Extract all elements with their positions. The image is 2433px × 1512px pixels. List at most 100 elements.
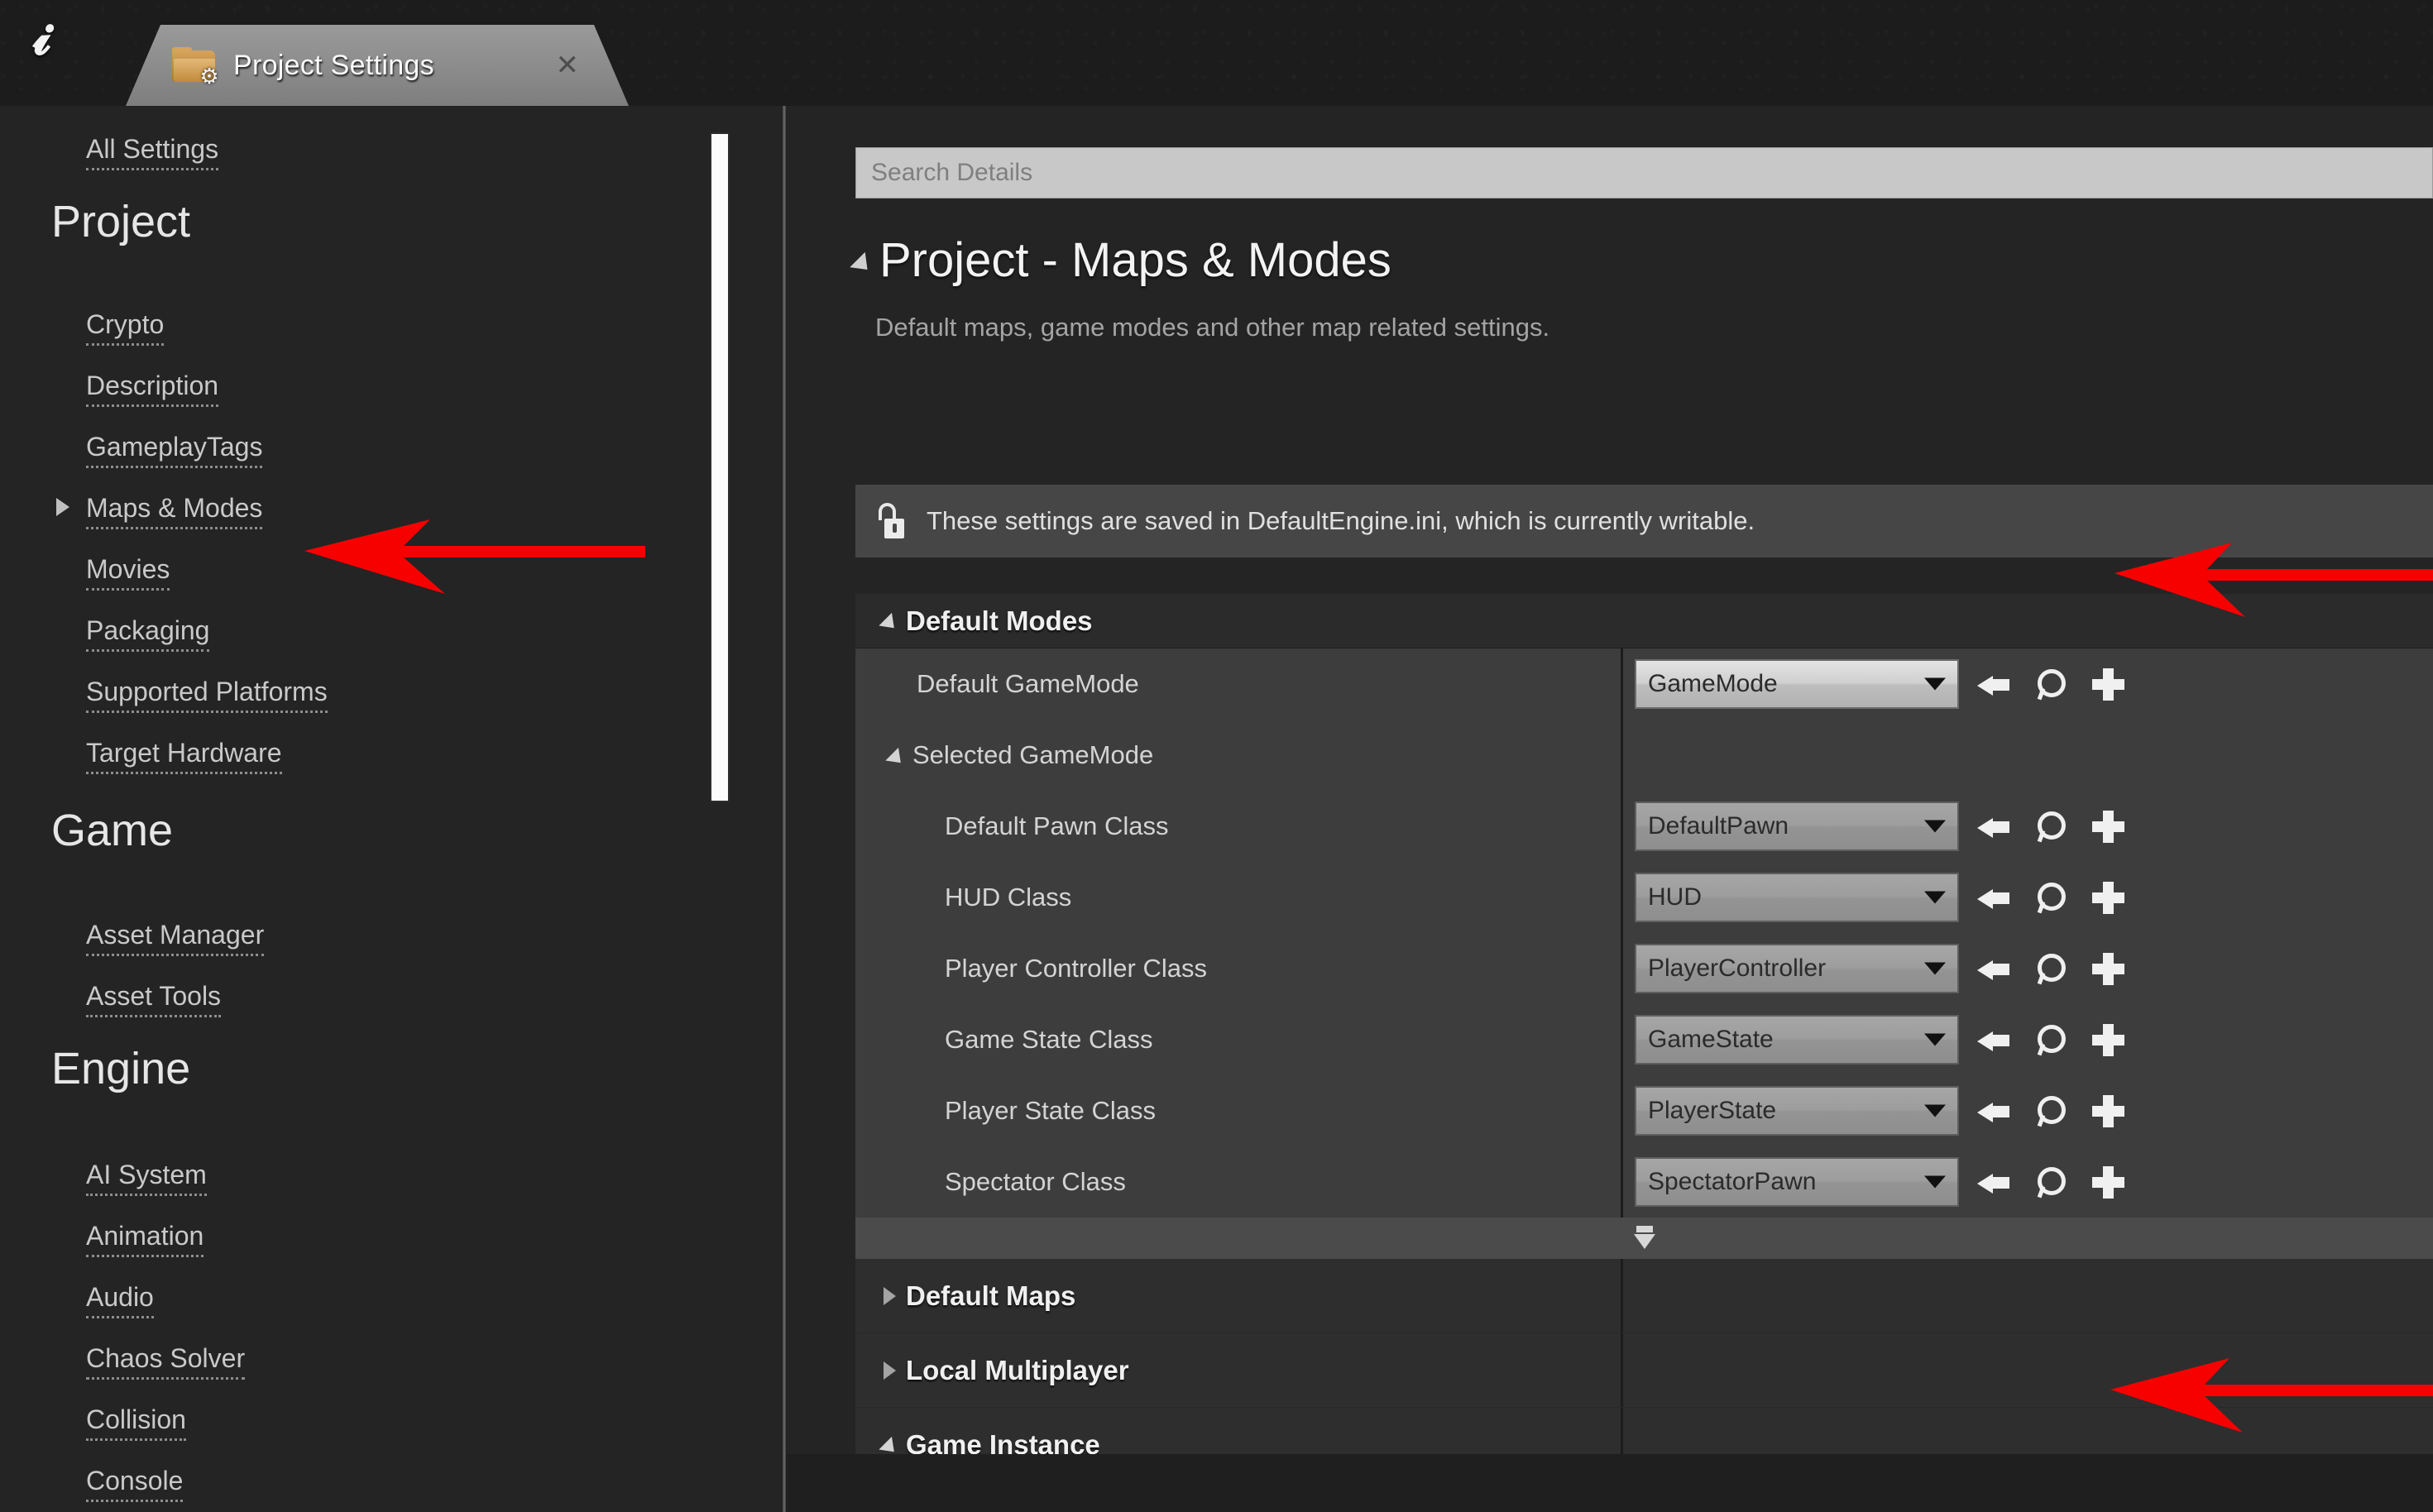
table-row: Spectator Class SpectatorPawn [855, 1146, 2433, 1218]
game-state-class-dropdown[interactable]: GameState [1635, 1015, 1959, 1065]
row-actions [1977, 1164, 2126, 1200]
new-asset-icon[interactable] [2090, 1164, 2126, 1200]
table-row: HUD Class HUD [855, 862, 2433, 933]
tab-project-settings[interactable]: ⚙ Project Settings ✕ [126, 25, 629, 106]
use-selected-asset-icon[interactable] [1977, 879, 2014, 916]
table-row-subheader[interactable]: Selected GameMode [855, 720, 2433, 791]
show-more-strip[interactable] [855, 1218, 2433, 1259]
property-table: Default Modes Default GameMode GameMode [855, 594, 2433, 1512]
browse-asset-icon[interactable] [2033, 879, 2070, 916]
sidebar-item-description[interactable]: Description [86, 371, 219, 407]
browse-asset-icon[interactable] [2033, 950, 2070, 987]
browse-asset-icon[interactable] [2033, 666, 2070, 702]
sidebar-item-supported-platforms[interactable]: Supported Platforms [86, 677, 328, 713]
sidebar-item-console[interactable]: Console [86, 1467, 184, 1502]
row-actions [1977, 1022, 2126, 1058]
chevron-down-icon [1924, 677, 1946, 691]
browse-asset-icon[interactable] [2033, 1164, 2070, 1200]
dropdown-value: HUD [1648, 883, 1702, 911]
sidebar-item-crypto[interactable]: Crypto [86, 310, 165, 346]
page-expander-icon[interactable] [850, 251, 875, 278]
property-value-cell: SpectatorPawn [1623, 1146, 2433, 1218]
use-selected-asset-icon[interactable] [1977, 1093, 2014, 1129]
browse-asset-icon[interactable] [2033, 1093, 2070, 1129]
sidebar-item-asset-manager[interactable]: Asset Manager [86, 921, 265, 956]
property-value-cell: PlayerController [1623, 933, 2433, 1004]
table-row: Player Controller Class PlayerController [855, 933, 2433, 1004]
new-asset-icon[interactable] [2090, 950, 2126, 987]
collapsed-sections: Default Maps Local Multiplayer Game Inst… [855, 1259, 2433, 1482]
sidebar-item-all-settings[interactable]: All Settings [86, 135, 219, 170]
default-pawn-class-dropdown[interactable]: DefaultPawn [1635, 801, 1959, 851]
sidebar-heading-project: Project [51, 197, 191, 246]
triangle-expanded-icon[interactable] [885, 747, 908, 769]
new-asset-icon[interactable] [2090, 1093, 2126, 1129]
sidebar-item-animation[interactable]: Animation [86, 1222, 204, 1257]
close-icon[interactable]: ✕ [556, 51, 580, 79]
default-gamemode-dropdown[interactable]: GameMode [1635, 659, 1959, 709]
details-panel: Project - Maps & Modes Default maps, gam… [786, 106, 2433, 1512]
browse-asset-icon[interactable] [2033, 1022, 2070, 1058]
search-input[interactable] [871, 159, 2417, 187]
section-title: Default Modes [906, 605, 1093, 636]
new-asset-icon[interactable] [2090, 1022, 2126, 1058]
tab-label: Project Settings [233, 49, 434, 81]
table-row: Player State Class PlayerState [855, 1075, 2433, 1146]
property-value-cell: HUD [1623, 862, 2433, 933]
property-value-cell [1623, 720, 2433, 791]
property-value-cell: PlayerState [1623, 1075, 2433, 1146]
player-state-class-dropdown[interactable]: PlayerState [1635, 1086, 1959, 1136]
use-selected-asset-icon[interactable] [1977, 1022, 2014, 1058]
sidebar-item-collision[interactable]: Collision [86, 1405, 186, 1441]
new-asset-icon[interactable] [2090, 808, 2126, 845]
sidebar-item-gameplaytags[interactable]: GameplayTags [86, 433, 263, 468]
sidebar-item-ai-system[interactable]: AI System [86, 1160, 207, 1196]
property-label: HUD Class [855, 862, 1623, 933]
unreal-engine-logo: 𝓲 [33, 8, 51, 66]
settings-sidebar: All Settings Project Crypto Description … [0, 106, 784, 1512]
dropdown-value: GameState [1648, 1026, 1774, 1053]
sidebar-item-packaging[interactable]: Packaging [86, 616, 210, 652]
property-label: Player State Class [855, 1075, 1623, 1146]
project-settings-window: 𝓲 ⚙ Project Settings ✕ All Settings Proj… [0, 0, 2433, 1512]
use-selected-asset-icon[interactable] [1977, 808, 2014, 845]
use-selected-asset-icon[interactable] [1977, 666, 2014, 702]
chevron-down-icon [1924, 820, 1946, 833]
ini-writable-info-bar: These settings are saved in DefaultEngin… [855, 485, 2433, 557]
sidebar-item-movies[interactable]: Movies [86, 555, 170, 591]
chevron-down-icon [1924, 1033, 1946, 1046]
table-row: Default GameMode GameMode [855, 648, 2433, 720]
search-details-box[interactable] [855, 147, 2433, 199]
dropdown-value: DefaultPawn [1648, 812, 1789, 840]
property-value-cell: DefaultPawn [1623, 791, 2433, 862]
use-selected-asset-icon[interactable] [1977, 1164, 2014, 1200]
sidebar-scrollbar-thumb[interactable] [710, 132, 730, 802]
folder-gear-icon: ⚙ [172, 47, 219, 87]
use-selected-asset-icon[interactable] [1977, 950, 2014, 987]
row-actions [1977, 666, 2126, 702]
sidebar-item-target-hardware[interactable]: Target Hardware [86, 739, 282, 774]
page-title: Project - Maps & Modes [879, 233, 1391, 287]
sidebar-item-maps-and-modes[interactable]: Maps & Modes [86, 494, 263, 529]
sidebar-item-audio[interactable]: Audio [86, 1283, 154, 1318]
section-header-default-maps[interactable]: Default Maps [855, 1259, 2433, 1333]
player-controller-class-dropdown[interactable]: PlayerController [1635, 944, 1959, 993]
chevron-down-icon [1924, 1175, 1946, 1189]
sidebar-expander-maps-and-modes[interactable] [55, 496, 73, 516]
spectator-class-dropdown[interactable]: SpectatorPawn [1635, 1157, 1959, 1207]
section-header-local-multiplayer[interactable]: Local Multiplayer [855, 1333, 2433, 1408]
panel-bottom-strip [786, 1454, 2433, 1512]
info-bar-text: These settings are saved in DefaultEngin… [927, 506, 1755, 535]
new-asset-icon[interactable] [2090, 666, 2126, 702]
section-header-default-modes[interactable]: Default Modes [855, 594, 2433, 648]
new-asset-icon[interactable] [2090, 879, 2126, 916]
dropdown-value: GameMode [1648, 670, 1778, 697]
chevron-down-icon [1924, 1104, 1946, 1117]
browse-asset-icon[interactable] [2033, 808, 2070, 845]
row-actions [1977, 808, 2126, 845]
hud-class-dropdown[interactable]: HUD [1635, 873, 1959, 922]
sidebar-item-chaos-solver[interactable]: Chaos Solver [86, 1344, 246, 1380]
sidebar-item-asset-tools[interactable]: Asset Tools [86, 982, 222, 1017]
row-actions [1977, 879, 2126, 916]
property-label: Spectator Class [855, 1146, 1623, 1218]
